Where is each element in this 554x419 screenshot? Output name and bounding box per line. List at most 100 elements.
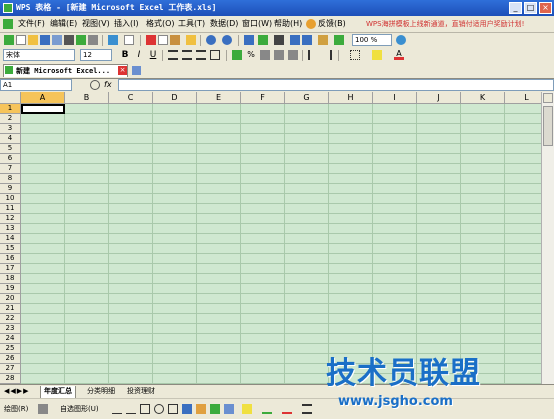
select-objects-icon[interactable] <box>38 404 48 414</box>
chart-icon[interactable] <box>318 35 328 45</box>
menu-data[interactable]: 数据(D) <box>210 18 238 29</box>
row-header-28[interactable]: 28 <box>0 374 21 384</box>
vertical-scrollbar[interactable] <box>541 92 554 384</box>
row-header-18[interactable]: 18 <box>0 274 21 284</box>
borders-icon[interactable] <box>350 50 360 60</box>
italic-icon[interactable]: I <box>134 50 144 60</box>
undo-icon[interactable] <box>206 35 216 45</box>
cell-area[interactable] <box>21 104 554 384</box>
menu-view[interactable]: 视图(V) <box>82 18 110 29</box>
print-icon[interactable] <box>64 35 74 45</box>
zoom-cell-icon[interactable] <box>90 80 100 90</box>
row-header-20[interactable]: 20 <box>0 294 21 304</box>
row-header-25[interactable]: 25 <box>0 344 21 354</box>
export-icon[interactable] <box>76 35 86 45</box>
open-folder-icon[interactable] <box>28 35 38 45</box>
spellcheck-icon[interactable] <box>108 35 118 45</box>
underline-icon[interactable]: U <box>148 50 158 60</box>
fill-color-icon[interactable] <box>372 50 382 60</box>
app-menu-icon[interactable] <box>3 19 13 29</box>
row-header-21[interactable]: 21 <box>0 304 21 314</box>
menu-feedback[interactable]: 反馈(B) <box>318 18 346 29</box>
row-header-11[interactable]: 11 <box>0 204 21 214</box>
textbox-icon[interactable] <box>168 404 178 414</box>
preview-icon[interactable] <box>88 35 98 45</box>
redo-icon[interactable] <box>222 35 232 45</box>
select-all-corner[interactable] <box>0 92 21 104</box>
row-header-14[interactable]: 14 <box>0 234 21 244</box>
wordart-icon[interactable] <box>182 404 192 414</box>
format-painter-icon[interactable] <box>186 35 196 45</box>
clipart-icon[interactable] <box>210 404 220 414</box>
maximize-button[interactable]: □ <box>524 2 537 14</box>
close-button[interactable]: × <box>539 2 552 14</box>
shape-fill-icon[interactable] <box>242 404 252 414</box>
align-right-icon[interactable] <box>196 50 206 60</box>
menu-help[interactable]: 帮助(H) <box>274 18 302 29</box>
comma-style-icon[interactable] <box>260 50 270 60</box>
column-header-A[interactable]: A <box>21 92 65 104</box>
row-header-1[interactable]: 1 <box>0 104 21 114</box>
row-header-5[interactable]: 5 <box>0 144 21 154</box>
column-header-E[interactable]: E <box>197 92 241 104</box>
font-name-select[interactable]: 宋体 <box>3 49 75 61</box>
decrease-decimal-icon[interactable] <box>288 50 298 60</box>
column-header-G[interactable]: G <box>285 92 329 104</box>
decrease-indent-icon[interactable] <box>308 50 318 60</box>
active-cell[interactable] <box>21 104 65 114</box>
sheet-tab-invest[interactable]: 投资理财 <box>124 386 158 398</box>
row-header-19[interactable]: 19 <box>0 284 21 294</box>
row-header-12[interactable]: 12 <box>0 214 21 224</box>
row-header-10[interactable]: 10 <box>0 194 21 204</box>
increase-decimal-icon[interactable] <box>274 50 284 60</box>
menu-window[interactable]: 窗口(W) <box>242 18 272 29</box>
function-icon[interactable] <box>258 35 268 45</box>
cut-icon[interactable] <box>146 35 156 45</box>
row-header-16[interactable]: 16 <box>0 254 21 264</box>
row-header-15[interactable]: 15 <box>0 244 21 254</box>
percent-icon[interactable]: % <box>246 50 256 60</box>
row-header-22[interactable]: 22 <box>0 314 21 324</box>
column-header-B[interactable]: B <box>65 92 109 104</box>
autoshapes-menu[interactable]: 自选图形(U) <box>60 404 99 414</box>
new-icon[interactable] <box>16 35 26 45</box>
row-header-2[interactable]: 2 <box>0 114 21 124</box>
diagram-icon[interactable] <box>196 404 206 414</box>
draw-font-color-icon[interactable] <box>282 404 292 414</box>
row-header-23[interactable]: 23 <box>0 324 21 334</box>
line-color-icon[interactable] <box>262 404 272 414</box>
scroll-up-icon[interactable] <box>543 93 553 103</box>
promo-link[interactable]: WPS海拼模板上线新通道，直销付适用户奖励计划! <box>366 19 524 29</box>
document-tab[interactable]: 新建 Microsoft Excel... <box>3 64 128 77</box>
paste-icon[interactable] <box>170 35 180 45</box>
row-header-7[interactable]: 7 <box>0 164 21 174</box>
new-document-icon[interactable] <box>4 35 14 45</box>
menu-file[interactable]: 文件(F) <box>18 18 45 29</box>
scroll-thumb[interactable] <box>543 106 553 146</box>
arrow-icon[interactable] <box>126 404 136 414</box>
row-header-24[interactable]: 24 <box>0 334 21 344</box>
save-icon[interactable] <box>40 35 50 45</box>
fx-label[interactable]: fx <box>104 80 112 89</box>
bold-icon[interactable]: B <box>120 50 130 60</box>
merge-center-icon[interactable] <box>210 50 220 60</box>
font-color-icon[interactable]: A <box>394 50 404 60</box>
oval-icon[interactable] <box>154 404 164 414</box>
row-header-8[interactable]: 8 <box>0 174 21 184</box>
row-header-13[interactable]: 13 <box>0 224 21 234</box>
formula-input[interactable] <box>118 79 554 91</box>
zoom-select[interactable]: 100 % <box>352 34 392 46</box>
row-header-4[interactable]: 4 <box>0 134 21 144</box>
line-style-icon[interactable] <box>302 404 312 414</box>
row-header-3[interactable]: 3 <box>0 124 21 134</box>
line-icon[interactable] <box>112 404 122 414</box>
rectangle-icon[interactable] <box>140 404 150 414</box>
hyperlink-icon[interactable] <box>244 35 254 45</box>
row-header-6[interactable]: 6 <box>0 154 21 164</box>
cell-name-box[interactable]: A1 <box>0 79 72 91</box>
minimize-button[interactable]: _ <box>509 2 522 14</box>
row-header-27[interactable]: 27 <box>0 364 21 374</box>
research-icon[interactable] <box>124 35 134 45</box>
row-header-17[interactable]: 17 <box>0 264 21 274</box>
autosum-icon[interactable] <box>274 35 284 45</box>
